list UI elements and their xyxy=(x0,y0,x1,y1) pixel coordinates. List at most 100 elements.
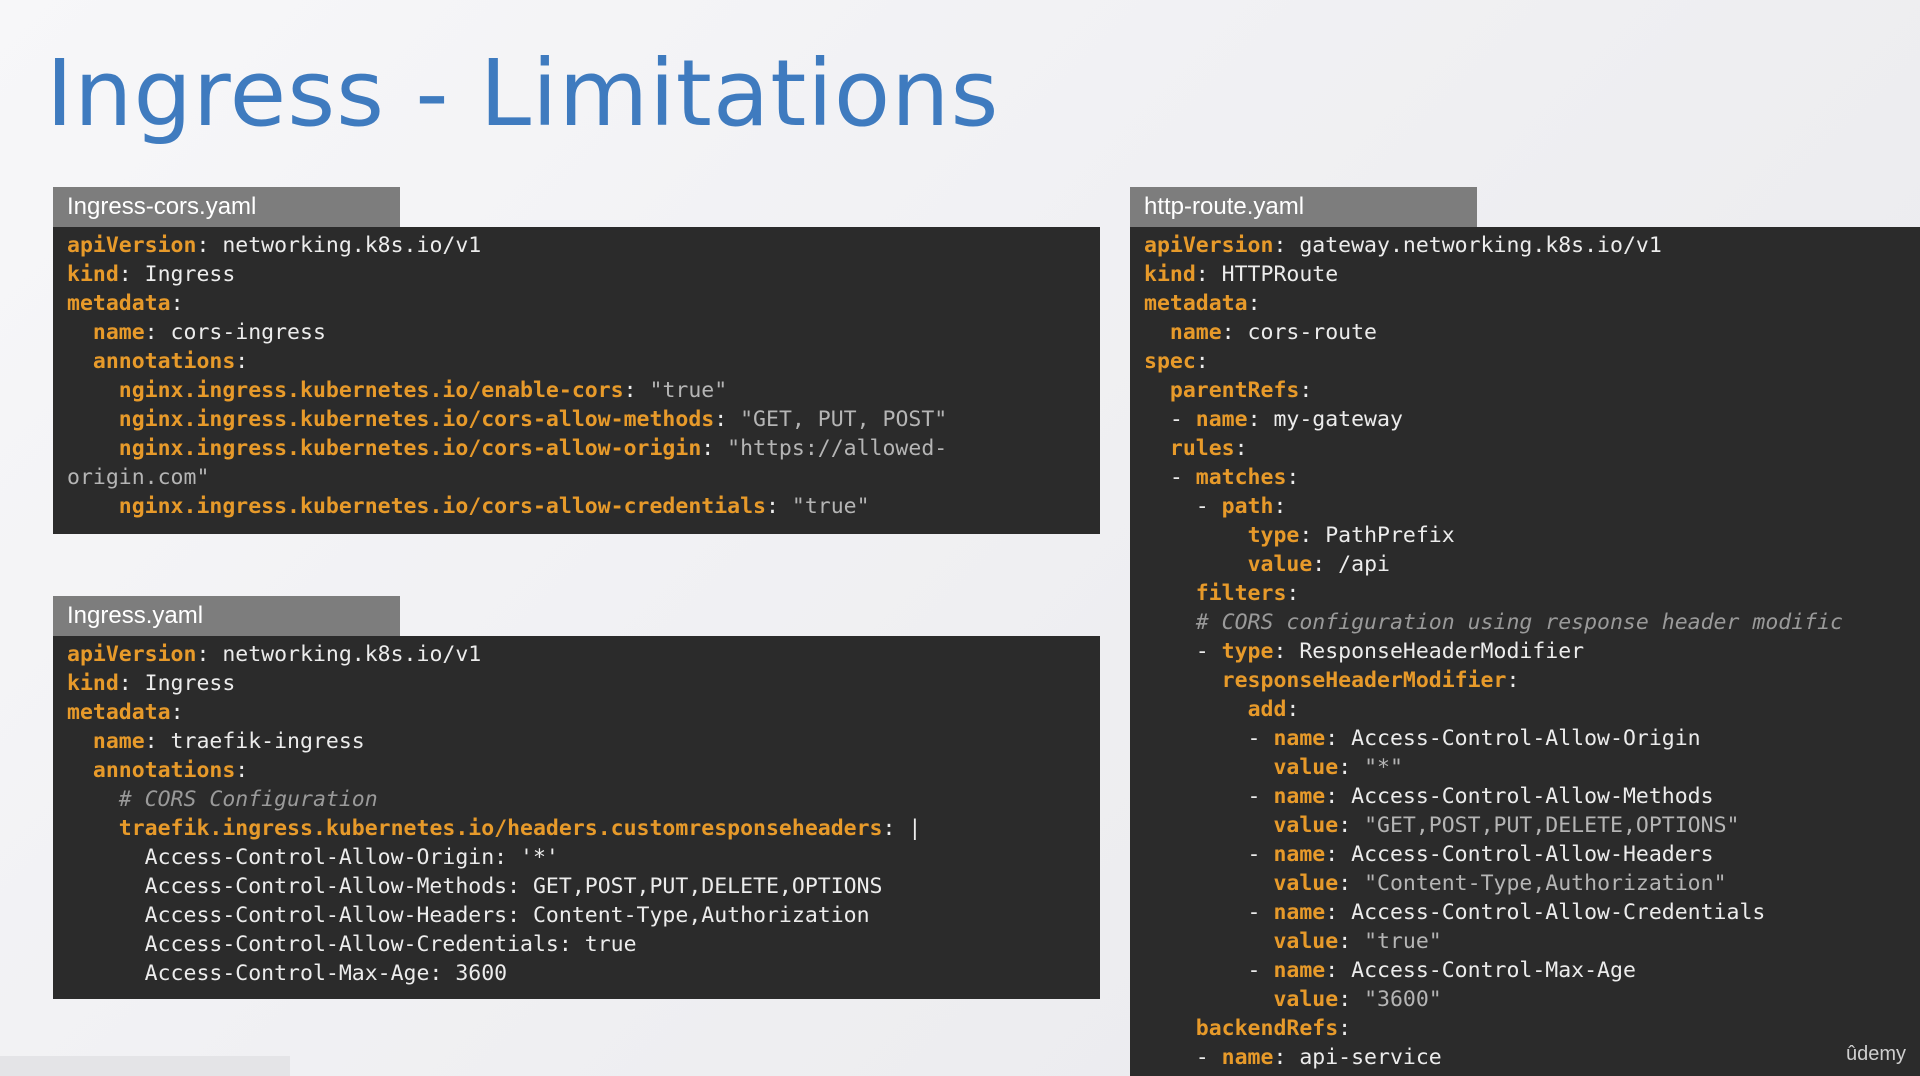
yaml-text xyxy=(1144,929,1273,954)
yaml-text: : xyxy=(701,436,728,461)
code-line: apiVersion: gateway.networking.k8s.io/v1 xyxy=(1144,231,1906,260)
yaml-text: : Access-Control-Allow-Credentials xyxy=(1325,900,1766,925)
code-line: Access-Control-Allow-Credentials: true xyxy=(67,930,1086,959)
yaml-text xyxy=(1144,987,1273,1012)
yaml-key: annotations xyxy=(92,349,236,374)
yaml-key: name xyxy=(1273,726,1326,751)
yaml-key: nginx.ingress.kubernetes.io/cors-allow-o… xyxy=(118,436,702,461)
yaml-key: traefik.ingress.kubernetes.io/headers.cu… xyxy=(118,816,883,841)
yaml-text: - xyxy=(1144,639,1222,664)
yaml-key: add xyxy=(1247,697,1287,722)
yaml-key: nginx.ingress.kubernetes.io/cors-allow-m… xyxy=(118,407,715,432)
yaml-key: filters xyxy=(1195,581,1287,606)
yaml-text: : xyxy=(1338,813,1365,838)
http-route-filename-tab: http-route.yaml xyxy=(1130,187,1477,227)
yaml-text: : xyxy=(1286,697,1300,722)
code-line: - name: api-service xyxy=(1144,1043,1906,1072)
yaml-string: "GET, PUT, POST" xyxy=(740,407,948,432)
yaml-comment: # CORS Configuration xyxy=(118,787,378,812)
code-line: type: PathPrefix xyxy=(1144,521,1906,550)
http-route-code: apiVersion: gateway.networking.k8s.io/v1… xyxy=(1144,231,1906,1072)
yaml-key: name xyxy=(92,729,145,754)
code-line: nginx.ingress.kubernetes.io/enable-cors:… xyxy=(67,376,1086,405)
yaml-text xyxy=(1144,1016,1196,1041)
yaml-text xyxy=(67,407,119,432)
yaml-text: - xyxy=(1144,407,1196,432)
yaml-text: : gateway.networking.k8s.io/v1 xyxy=(1273,233,1662,258)
yaml-text: - xyxy=(1144,1045,1222,1070)
yaml-text xyxy=(1144,436,1170,461)
udemy-logo: ûdemy xyxy=(1845,1043,1906,1065)
yaml-key: type xyxy=(1247,523,1300,548)
yaml-text: - xyxy=(1144,842,1274,867)
yaml-text: : Ingress xyxy=(118,262,236,287)
traefik-ingress-code: apiVersion: networking.k8s.io/v1 kind: In… xyxy=(67,640,1086,988)
yaml-string: "3600" xyxy=(1364,987,1442,1012)
traefik-ingress-filename-tab: Ingress.yaml xyxy=(53,596,400,636)
yaml-key: rules xyxy=(1169,436,1235,461)
code-line: - path: xyxy=(1144,492,1906,521)
code-line: metadata: xyxy=(67,698,1086,727)
code-line: traefik.ingress.kubernetes.io/headers.cu… xyxy=(67,814,1086,843)
yaml-key: value xyxy=(1273,755,1339,780)
http-route-code-block: apiVersion: gateway.networking.k8s.io/v1… xyxy=(1130,227,1920,1076)
yaml-key: matches xyxy=(1195,465,1287,490)
yaml-key: annotations xyxy=(92,758,236,783)
yaml-text: : networking.k8s.io/v1 xyxy=(196,642,482,667)
yaml-text: Access-Control-Allow-Headers: Content-Ty… xyxy=(67,903,870,928)
yaml-key: type xyxy=(1221,639,1274,664)
yaml-text: : xyxy=(714,407,741,432)
code-line: name: traefik-ingress xyxy=(67,727,1086,756)
yaml-key: metadata xyxy=(67,700,171,725)
code-line: rules: xyxy=(1144,434,1906,463)
yaml-key: value xyxy=(1273,871,1339,896)
yaml-string: "Content-Type,Authorization" xyxy=(1364,871,1727,896)
yaml-text: - xyxy=(1144,784,1274,809)
yaml-key: nginx.ingress.kubernetes.io/enable-cors xyxy=(118,378,624,403)
yaml-text: : HTTPRoute xyxy=(1195,262,1339,287)
code-line: nginx.ingress.kubernetes.io/cors-allow-m… xyxy=(67,405,1086,434)
yaml-key: nginx.ingress.kubernetes.io/cors-allow-c… xyxy=(118,494,766,519)
yaml-text: : PathPrefix xyxy=(1299,523,1455,548)
code-line: - name: Access-Control-Allow-Origin xyxy=(1144,724,1906,753)
yaml-text: : xyxy=(1247,291,1261,316)
yaml-text xyxy=(67,729,93,754)
yaml-key: responseHeaderModifier xyxy=(1221,668,1507,693)
yaml-text xyxy=(67,436,119,461)
yaml-key: apiVersion xyxy=(67,642,197,667)
code-line: filters: xyxy=(1144,579,1906,608)
code-line: name: cors-route xyxy=(1144,318,1906,347)
yaml-text: : xyxy=(1195,349,1209,374)
yaml-key: parentRefs xyxy=(1169,378,1300,403)
code-line: metadata: xyxy=(1144,289,1906,318)
yaml-text: : Access-Control-Allow-Headers xyxy=(1325,842,1714,867)
yaml-text xyxy=(67,349,93,374)
yaml-string: "true" xyxy=(649,378,728,403)
yaml-text xyxy=(67,494,119,519)
yaml-key: backendRefs xyxy=(1195,1016,1339,1041)
yaml-text: : networking.k8s.io/v1 xyxy=(196,233,482,258)
code-line: metadata: xyxy=(67,289,1086,318)
code-line: # CORS configuration using response head… xyxy=(1144,608,1906,637)
yaml-text: : xyxy=(170,291,184,316)
yaml-key: apiVersion xyxy=(67,233,197,258)
yaml-text: : xyxy=(170,700,184,725)
code-line: - name: Access-Control-Max-Age xyxy=(1144,956,1906,985)
yaml-text xyxy=(1144,697,1248,722)
code-line: value: "3600" xyxy=(1144,985,1906,1014)
code-line: spec: xyxy=(1144,347,1906,376)
code-line: - name: Access-Control-Allow-Headers xyxy=(1144,840,1906,869)
yaml-text: Access-Control-Allow-Methods: GET,POST,P… xyxy=(67,874,883,899)
yaml-text: : cors-route xyxy=(1221,320,1378,345)
yaml-text: : xyxy=(1338,987,1365,1012)
code-line: apiVersion: networking.k8s.io/v1 xyxy=(67,231,1086,260)
yaml-key: value xyxy=(1273,987,1339,1012)
yaml-text: : traefik-ingress xyxy=(144,729,365,754)
yaml-text: : xyxy=(766,494,792,519)
code-line: name: cors-ingress xyxy=(67,318,1086,347)
yaml-string: "*" xyxy=(1364,755,1403,780)
yaml-key: kind xyxy=(67,671,119,696)
yaml-key: value xyxy=(1273,929,1339,954)
code-line: # CORS Configuration xyxy=(67,785,1086,814)
yaml-text: : xyxy=(1338,1016,1352,1041)
